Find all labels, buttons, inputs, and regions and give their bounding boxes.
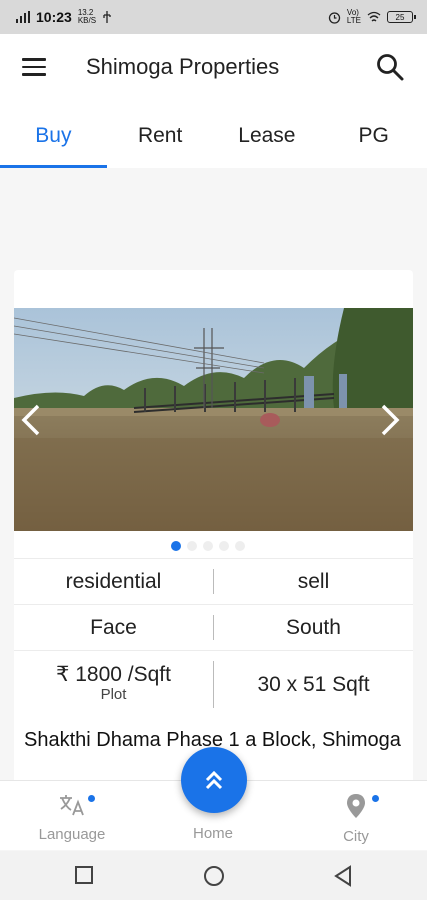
carousel-dot[interactable] [219,541,229,551]
facing-label: Face [90,616,137,639]
tab-rent[interactable]: Rent [107,100,214,168]
translate-icon [60,795,84,816]
plot-size: 30 x 51 Sqft [257,673,370,696]
tab-pg[interactable]: PG [320,100,427,168]
facing-value: South [286,616,341,639]
price-per-sqft: ₹ 1800 /Sqft [56,663,171,686]
app-bar: Shimoga Properties [0,34,427,100]
page-title: Shimoga Properties [86,54,280,79]
wifi-icon [367,11,381,22]
status-bar: 10:23 13.2 KB/S Vo) LTE 25 [0,0,427,34]
carousel-indicator [171,541,245,551]
carousel-dot[interactable] [171,541,181,551]
price-row: ₹ 1800 /Sqft Plot 30 x 51 Sqft [14,650,413,718]
price-cell: ₹ 1800 /Sqft Plot [14,651,213,718]
nav-home[interactable]: Home [180,821,246,842]
property-category: residential [65,570,162,593]
tab-lease[interactable]: Lease [214,100,321,168]
battery-level: 25 [395,12,405,22]
next-image-icon[interactable] [379,403,401,437]
system-navigation-bar [0,851,427,900]
nav-home-label: Home [192,825,233,842]
nav-language[interactable]: Language [34,793,110,843]
usb-icon [103,11,111,23]
tab-bar: Buy Rent Lease PG [0,100,427,168]
city-badge [372,795,379,802]
double-chevron-up-icon [205,770,223,790]
tab-buy[interactable]: Buy [0,100,107,168]
category-row: residential sell [14,558,413,604]
property-photo[interactable] [14,308,413,531]
back-icon[interactable] [333,865,353,887]
plot-photo [14,308,413,531]
carousel-dot[interactable] [235,541,245,551]
home-icon[interactable] [203,865,225,887]
signal-icon [16,11,30,23]
location-pin-icon [347,794,365,818]
property-type: Plot [100,686,127,703]
hamburger-menu-icon[interactable] [22,58,46,76]
facing-row: Face South [14,604,413,650]
network-speed: 13.2 KB/S [77,8,97,25]
property-card[interactable]: residential sell Face South ₹ 1800 /Sqft… [14,270,413,810]
previous-image-icon[interactable] [20,403,42,437]
carousel-dot[interactable] [203,541,213,551]
status-time: 10:23 [36,9,72,25]
nav-city[interactable]: City [330,793,382,845]
nav-city-label: City [343,828,369,845]
recent-apps-icon[interactable] [74,865,94,885]
battery-icon: 25 [387,11,416,23]
nav-language-label: Language [38,826,106,843]
volte-indicator: Vo) LTE [346,8,361,25]
language-badge [88,795,95,802]
search-icon[interactable] [375,52,405,82]
carousel-dot[interactable] [187,541,197,551]
alarm-icon [328,11,341,24]
scroll-to-top-button[interactable] [181,747,247,813]
transaction-type: sell [297,570,330,593]
